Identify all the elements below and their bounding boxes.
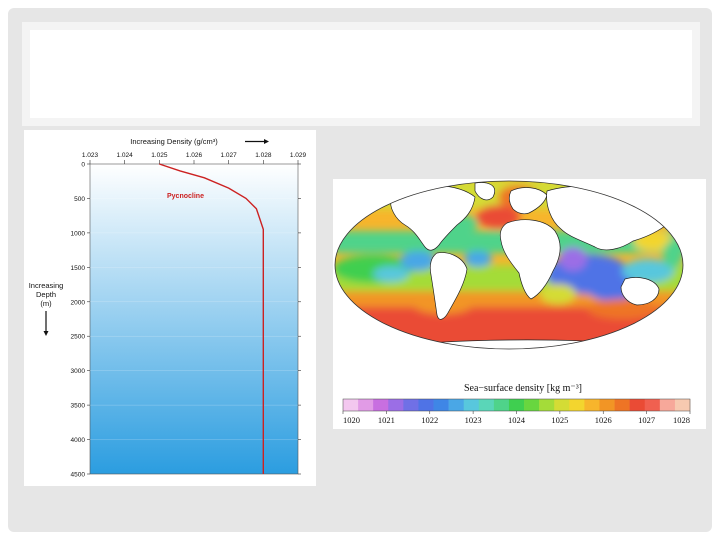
colorbar-swatch-1 xyxy=(358,399,374,411)
map-svg: Sea−surface density [kg m⁻³] 1020 1021 102… xyxy=(334,180,691,425)
colorbar-tick-label-7: 1027 xyxy=(638,415,655,425)
x-axis-ticks: 1.023 1.024 1.025 1.026 1.027 1.028 1.029 xyxy=(82,152,307,164)
x-tick-label-5: 1.028 xyxy=(255,152,272,159)
colorbar-swatch-6 xyxy=(433,399,449,411)
colorbar-swatch-5 xyxy=(418,399,434,411)
slide-title xyxy=(30,30,692,118)
colorbar-swatch-19 xyxy=(629,399,646,411)
x-tick-label-4: 1.027 xyxy=(221,152,238,159)
x-tick-label-0: 1.023 xyxy=(82,152,99,159)
colorbar-swatch-14 xyxy=(554,399,570,411)
x-tick-label-3: 1.026 xyxy=(186,152,203,159)
y-tick-label-6: 3000 xyxy=(71,368,86,375)
y-tick-label-8: 4000 xyxy=(71,437,86,444)
y-tick-label-2: 1000 xyxy=(71,230,86,237)
colorbar-swatch-4 xyxy=(403,399,419,411)
y-tick-label-9: 4500 xyxy=(71,472,86,479)
colorbar-swatch-17 xyxy=(599,399,615,411)
colorbar-swatch-7 xyxy=(448,399,464,411)
y-tick-label-7: 3500 xyxy=(71,403,86,410)
colorbar-tick-label-6: 1026 xyxy=(595,415,612,425)
x-tick-label-6: 1.029 xyxy=(290,152,307,159)
x-axis-arrow xyxy=(245,139,269,144)
colorbar-swatch-20 xyxy=(644,399,661,411)
y-tick-label-4: 2000 xyxy=(71,299,86,306)
x-axis-title: Increasing Density (g/cm³) xyxy=(130,137,218,146)
colorbar-swatch-16 xyxy=(584,399,600,411)
y-axis-title-line-3: (m) xyxy=(40,299,52,308)
y-tick-label-5: 2500 xyxy=(71,334,86,341)
colorbar-tick-label-3: 1023 xyxy=(465,415,482,425)
colorbar-tick-label-2: 1022 xyxy=(421,415,438,425)
sea-surface-density-map: Sea−surface density [kg m⁻³] 1020 1021 102… xyxy=(333,179,706,429)
y-axis-title-line-1: Increasing xyxy=(29,281,64,290)
x-tick-label-2: 1.025 xyxy=(151,152,168,159)
colorbar-swatch-12 xyxy=(524,399,540,411)
colorbar-swatch-9 xyxy=(478,399,495,411)
pycnocline-label: Pycnocline xyxy=(167,193,204,200)
colorbar-title: Sea−surface density [kg m⁻³] xyxy=(464,383,582,394)
colorbar-tick-label-1: 1021 xyxy=(378,415,395,425)
colorbar-swatch-2 xyxy=(373,399,389,411)
y-axis-title: Increasing Depth (m) xyxy=(29,281,64,308)
y-tick-label-1: 500 xyxy=(74,196,85,203)
colorbar-tick-label-5: 1025 xyxy=(551,415,568,425)
ocean-density-field xyxy=(335,181,683,349)
density-profile-svg: Increasing Density (g/cm³) 1.023 1.024 1.0… xyxy=(29,137,307,479)
colorbar-tick-label-8: 1028 xyxy=(673,415,690,425)
colorbar-swatch-8 xyxy=(463,399,480,411)
colorbar-tick-label-0: 1020 xyxy=(343,415,360,425)
plot-area xyxy=(89,163,299,475)
y-tick-label-3: 1500 xyxy=(71,265,86,272)
landmass-antarctica xyxy=(391,339,635,349)
colorbar-swatch-13 xyxy=(539,399,555,411)
colorbar-swatch-11 xyxy=(508,399,525,411)
colorbar xyxy=(342,398,691,412)
colorbar-swatch-21 xyxy=(659,399,676,411)
title-placeholder xyxy=(22,22,700,126)
colorbar-swatch-22 xyxy=(674,399,691,411)
y-axis-arrow xyxy=(43,311,49,336)
colorbar-swatch-10 xyxy=(493,399,510,411)
colorbar-tick-label-4: 1024 xyxy=(508,415,526,425)
colorbar-swatch-0 xyxy=(343,399,359,411)
density-profile-chart: Increasing Density (g/cm³) 1.023 1.024 1.0… xyxy=(24,130,316,486)
colorbar-ticks: 1020 1021 1022 1023 1024 1025 1026 1027 1028 xyxy=(342,411,691,425)
colorbar-swatch-3 xyxy=(388,399,404,411)
x-tick-label-1: 1.024 xyxy=(117,152,134,159)
colorbar-swatch-18 xyxy=(614,399,630,411)
y-axis-title-line-2: Depth xyxy=(36,290,56,299)
colorbar-swatch-15 xyxy=(569,399,585,411)
y-tick-label-0: 0 xyxy=(81,162,85,169)
